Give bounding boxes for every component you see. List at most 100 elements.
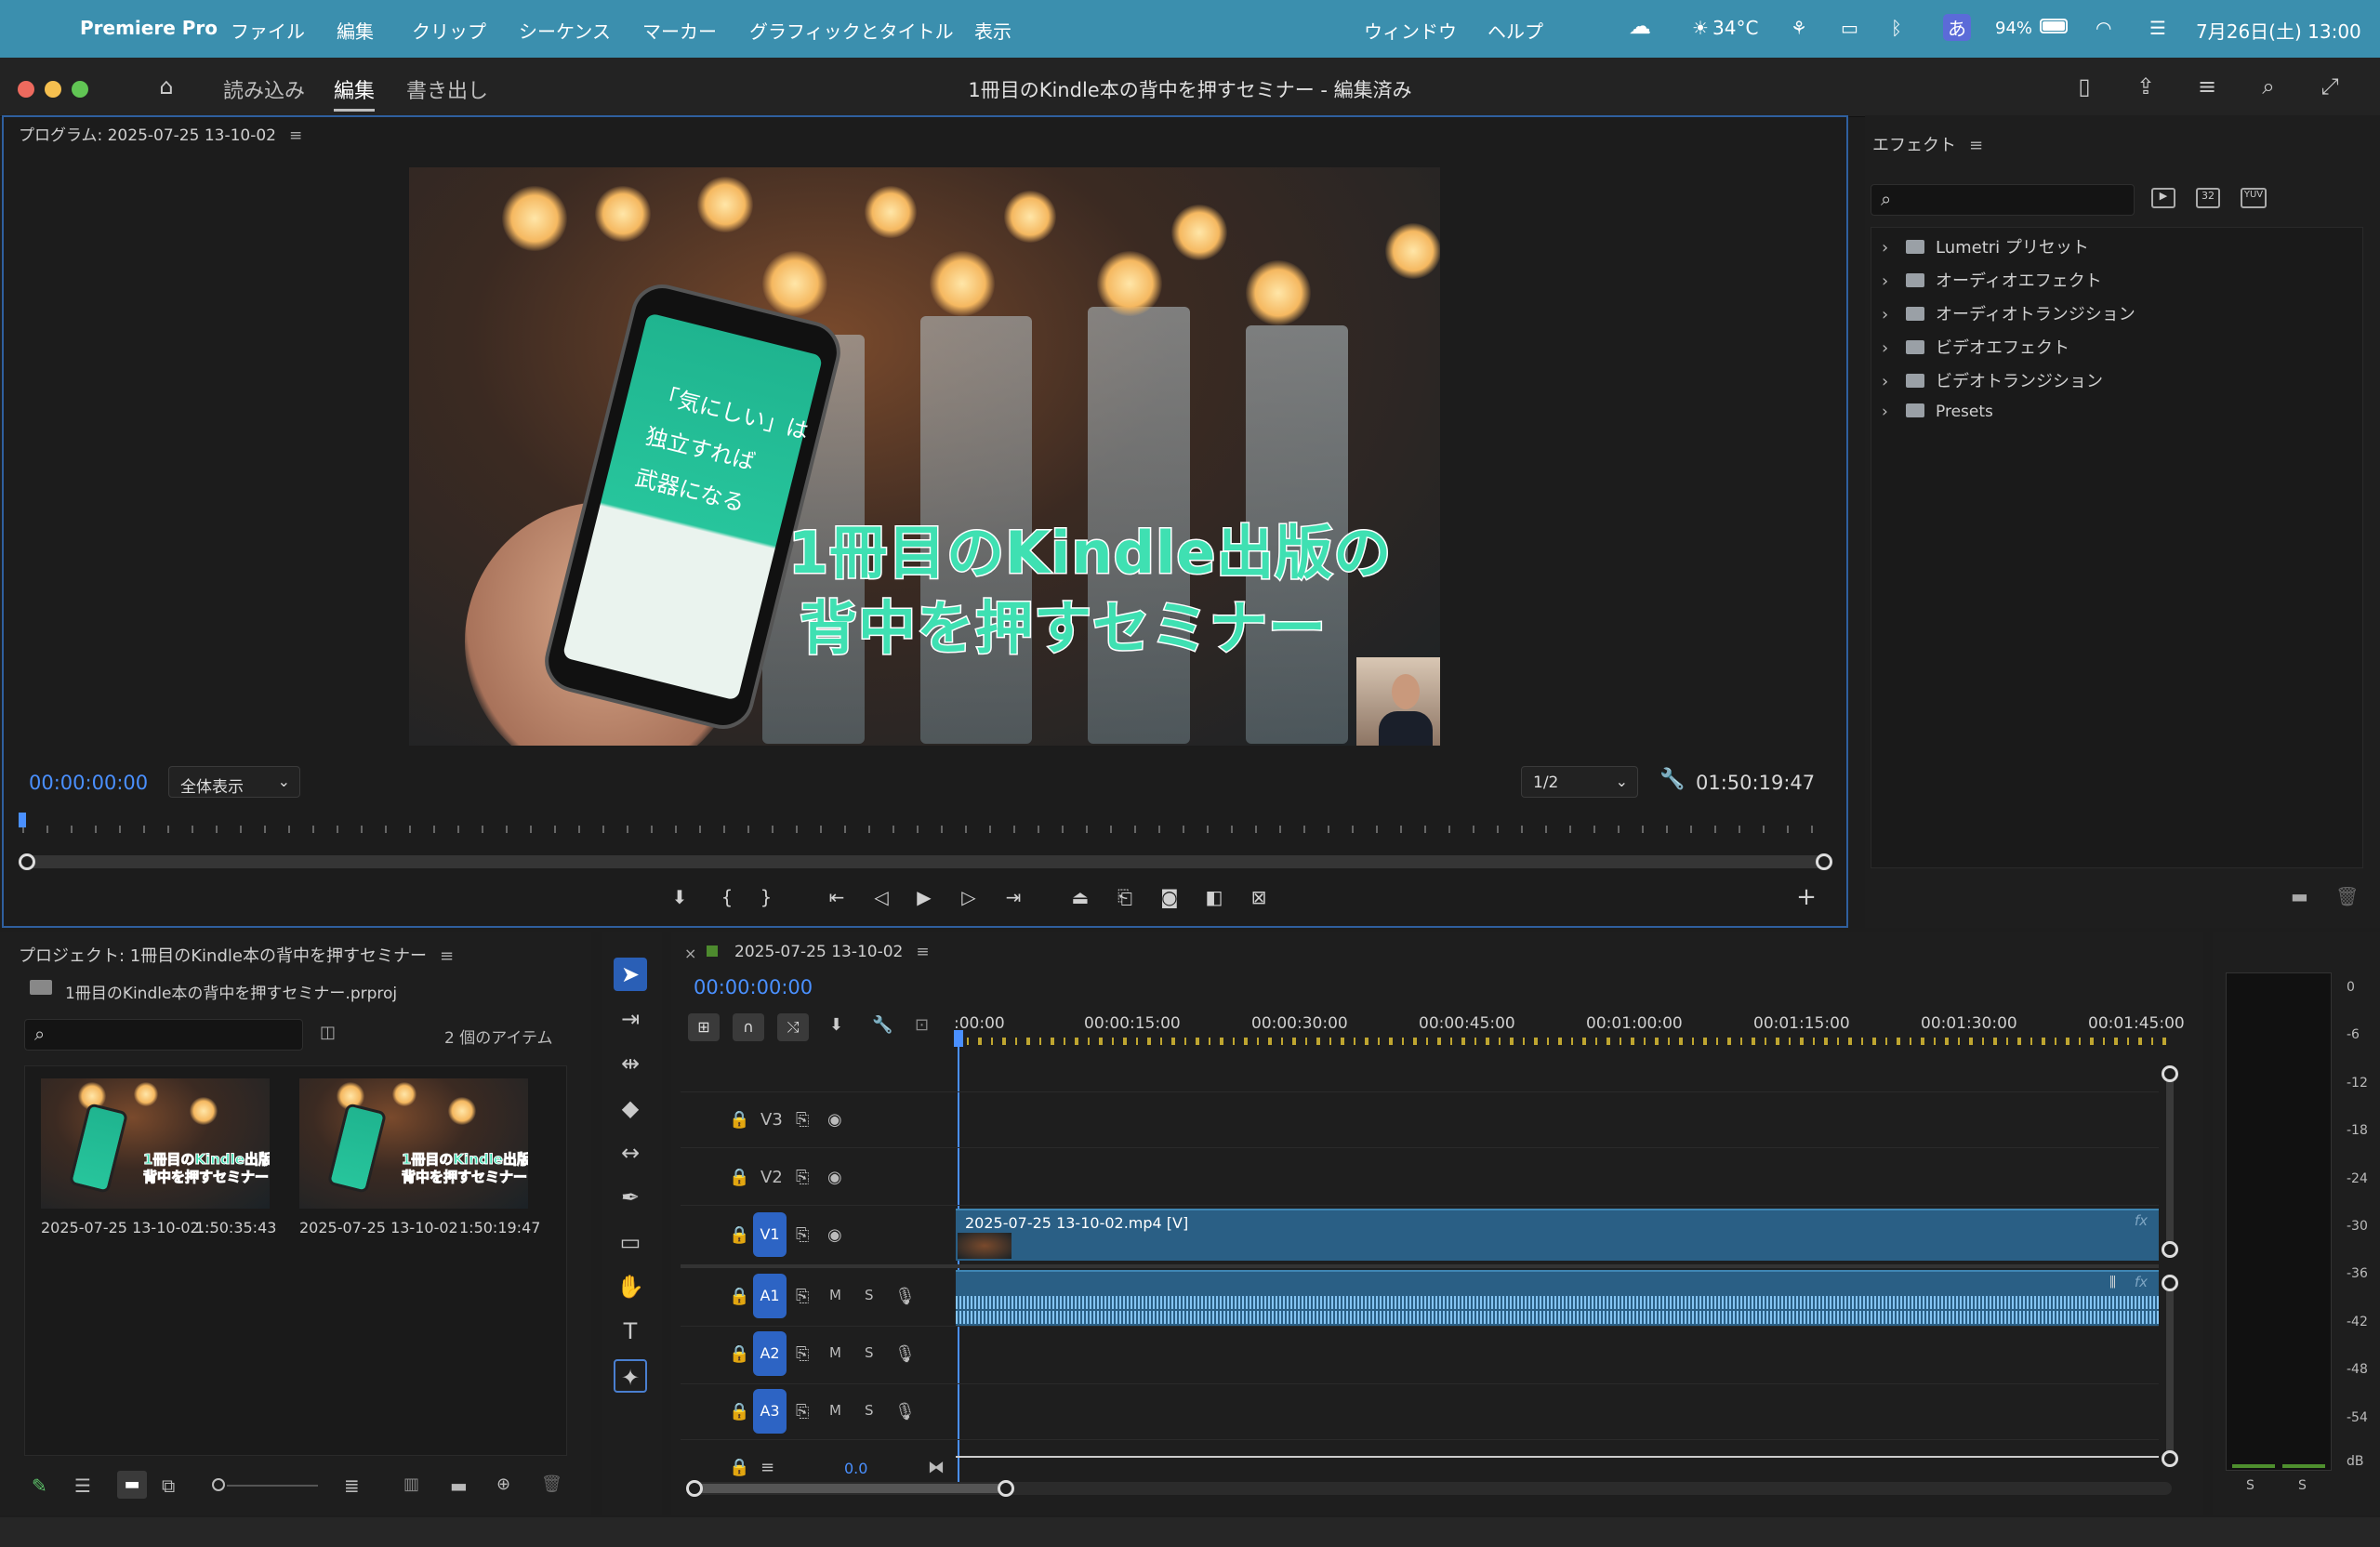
lock-icon[interactable]: 🔒	[729, 1402, 749, 1421]
add-marker-icon[interactable]: ⬇	[667, 884, 693, 910]
fan-icon[interactable]: ⚘	[1791, 17, 1807, 39]
comparison-view-icon[interactable]: ◧	[1201, 884, 1227, 910]
solo-right-button[interactable]: S	[2298, 1478, 2307, 1493]
go-to-end-icon[interactable]: ⧓	[928, 1458, 945, 1477]
track-select-tool-icon[interactable]: ⇥	[614, 1002, 647, 1036]
generative-extend-tool-icon[interactable]: ✦	[614, 1359, 647, 1393]
microphone-icon[interactable]: 🎙	[894, 1344, 916, 1364]
mute-button[interactable]: M	[829, 1344, 841, 1361]
cloud-icon[interactable]: ☁	[1629, 13, 1651, 39]
new-item-icon[interactable]: ⊕	[496, 1474, 510, 1494]
extract-icon[interactable]: ⎗	[1112, 884, 1138, 910]
clock[interactable]: 7月26日(土) 13:00	[2196, 17, 2361, 44]
program-video-frame[interactable]: 「気にしい」は 独立すれば 武器になる 1冊目のKindle出版の 背中を押すセ…	[409, 167, 1440, 746]
sync-lock-icon[interactable]: ⎘	[796, 1168, 809, 1187]
new-bin-icon[interactable]: ▬	[2291, 885, 2308, 907]
effects-search-input[interactable]: ⌕	[1871, 184, 2135, 216]
timeline-playhead-handle[interactable]	[954, 1030, 963, 1047]
trash-icon[interactable]: 🗑	[2335, 885, 2359, 907]
menu-graphics-titles[interactable]: グラフィックとタイトル	[749, 17, 954, 44]
project-item-thumbnail[interactable]: 1冊目のKindle出版の背中を押すセミナー	[299, 1078, 528, 1209]
scroll-handle-right[interactable]	[1816, 853, 1832, 870]
scroll-handle-bottom[interactable]	[2162, 1450, 2178, 1467]
yuv-effects-icon[interactable]: YUV	[2241, 188, 2267, 208]
effects-item-presets[interactable]: › Presets	[1882, 403, 1993, 430]
timeline-scroll-thumb[interactable]	[695, 1484, 1006, 1493]
microphone-icon[interactable]: 🎙	[894, 1402, 916, 1421]
proxy-toggle-icon[interactable]: ⊠	[1246, 884, 1272, 910]
fx-badge-icon[interactable]: fx	[2135, 1274, 2148, 1290]
display-icon[interactable]: ▭	[1841, 17, 1858, 39]
icon-view-icon[interactable]: ▬	[117, 1471, 147, 1499]
mute-button[interactable]: M	[829, 1402, 841, 1419]
menu-file[interactable]: ファイル	[231, 17, 305, 44]
wrench-icon[interactable]: 🔧	[1659, 768, 1685, 791]
freeform-view-icon[interactable]: ⧉	[162, 1474, 175, 1497]
eye-icon[interactable]: ◉	[827, 1225, 842, 1245]
bluetooth-icon[interactable]: ᛒ	[1891, 17, 1902, 39]
project-item-thumbnail[interactable]: 1冊目のKindle出版の背中を押すセミナー	[41, 1078, 270, 1209]
scroll-handle-right[interactable]	[998, 1480, 1014, 1497]
weather-temp[interactable]: 34°C	[1712, 17, 1758, 39]
pen-tool-icon[interactable]: ✒	[614, 1181, 647, 1214]
lock-icon[interactable]: 🔒	[729, 1287, 749, 1306]
scroll-handle-bottom[interactable]	[2162, 1241, 2178, 1258]
battery-icon[interactable]	[2040, 19, 2068, 33]
timeline-playhead-timecode[interactable]: 00:00:00:00	[694, 976, 813, 998]
new-bin-icon[interactable]: ▬	[450, 1474, 468, 1497]
sync-lock-icon[interactable]: ⎘	[796, 1225, 809, 1245]
scroll-handle-top[interactable]	[2162, 1065, 2178, 1082]
effects-panel-title[interactable]: エフェクト ≡	[1872, 132, 1983, 156]
eye-icon[interactable]: ◉	[827, 1168, 842, 1187]
razor-tool-icon[interactable]: ◆	[614, 1091, 647, 1125]
track-label-v1[interactable]: V1	[753, 1212, 787, 1257]
snap-icon[interactable]: ∩	[733, 1013, 764, 1041]
menu-sequence[interactable]: シーケンス	[519, 17, 611, 44]
effects-item-video-effects[interactable]: › ビデオエフェクト	[1882, 335, 2069, 363]
32bit-effects-icon[interactable]: 32	[2196, 188, 2220, 208]
fx-badge-icon[interactable]: fx	[2135, 1212, 2148, 1229]
find-icon[interactable]: ◫	[320, 1023, 336, 1042]
battery-percent[interactable]: 94%	[1995, 19, 2032, 38]
mute-button[interactable]: M	[829, 1287, 841, 1303]
trash-icon[interactable]: 🗑	[541, 1474, 562, 1494]
eye-icon[interactable]: ◉	[827, 1110, 842, 1130]
play-icon[interactable]: ▶	[911, 884, 937, 910]
zoom-slider-track[interactable]	[227, 1485, 318, 1487]
app-menu[interactable]: Premiere Pro	[80, 17, 218, 39]
lock-icon[interactable]: 🔒	[729, 1344, 749, 1364]
wifi-icon[interactable]: ◠	[2096, 17, 2111, 39]
search-help-icon[interactable]: ⌕	[2255, 74, 2281, 99]
lock-icon[interactable]: 🔒	[729, 1225, 749, 1245]
effects-item-lumetri[interactable]: › Lumetri プリセット	[1882, 234, 2089, 262]
menu-help[interactable]: ヘルプ	[1488, 17, 1543, 44]
selection-tool-icon[interactable]: ➤	[614, 958, 647, 991]
scroll-handle-left[interactable]	[686, 1480, 703, 1497]
master-volume-line[interactable]	[956, 1456, 2159, 1458]
program-playhead[interactable]	[19, 813, 26, 827]
microphone-icon[interactable]: 🎙	[894, 1287, 916, 1306]
track-label-v2[interactable]: V2	[760, 1168, 783, 1187]
automate-to-sequence-icon[interactable]: ▥	[403, 1474, 419, 1494]
camera-icon[interactable]: ◙	[1157, 884, 1183, 910]
input-mode-indicator[interactable]: あ	[1943, 14, 1971, 41]
workspaces-icon[interactable]: ≡	[2194, 74, 2220, 99]
lift-icon[interactable]: ⏏	[1067, 884, 1093, 910]
sort-icon[interactable]: ≣	[344, 1474, 360, 1497]
type-tool-icon[interactable]: T	[614, 1315, 647, 1348]
slip-tool-icon[interactable]: ↔	[614, 1136, 647, 1170]
project-panel-title[interactable]: プロジェクト: 1冊目のKindle本の背中を押すセミナー ≡	[19, 943, 454, 967]
program-panel-title[interactable]: プログラム: 2025-07-25 13-10-02 ≡	[19, 122, 302, 145]
nest-sequences-icon[interactable]: ⊞	[688, 1013, 720, 1041]
button-editor-plus-icon[interactable]: +	[1793, 884, 1819, 910]
rectangle-tool-icon[interactable]: ▭	[614, 1225, 647, 1259]
hand-tool-icon[interactable]: ✋	[614, 1270, 647, 1303]
sync-lock-icon[interactable]: ⎘	[796, 1287, 809, 1306]
track-label-v3[interactable]: V3	[760, 1110, 783, 1130]
add-marker-icon[interactable]: ⬇	[829, 1015, 843, 1035]
audio-tracks-scrollbar[interactable]	[2166, 1279, 2174, 1461]
menu-window[interactable]: ウィンドウ	[1364, 17, 1457, 44]
accelerated-effects-icon[interactable]: ▶	[2151, 188, 2175, 208]
step-forward-icon[interactable]: ▷	[956, 884, 982, 910]
effects-item-audio-transitions[interactable]: › オーディオトランジション	[1882, 301, 2135, 329]
